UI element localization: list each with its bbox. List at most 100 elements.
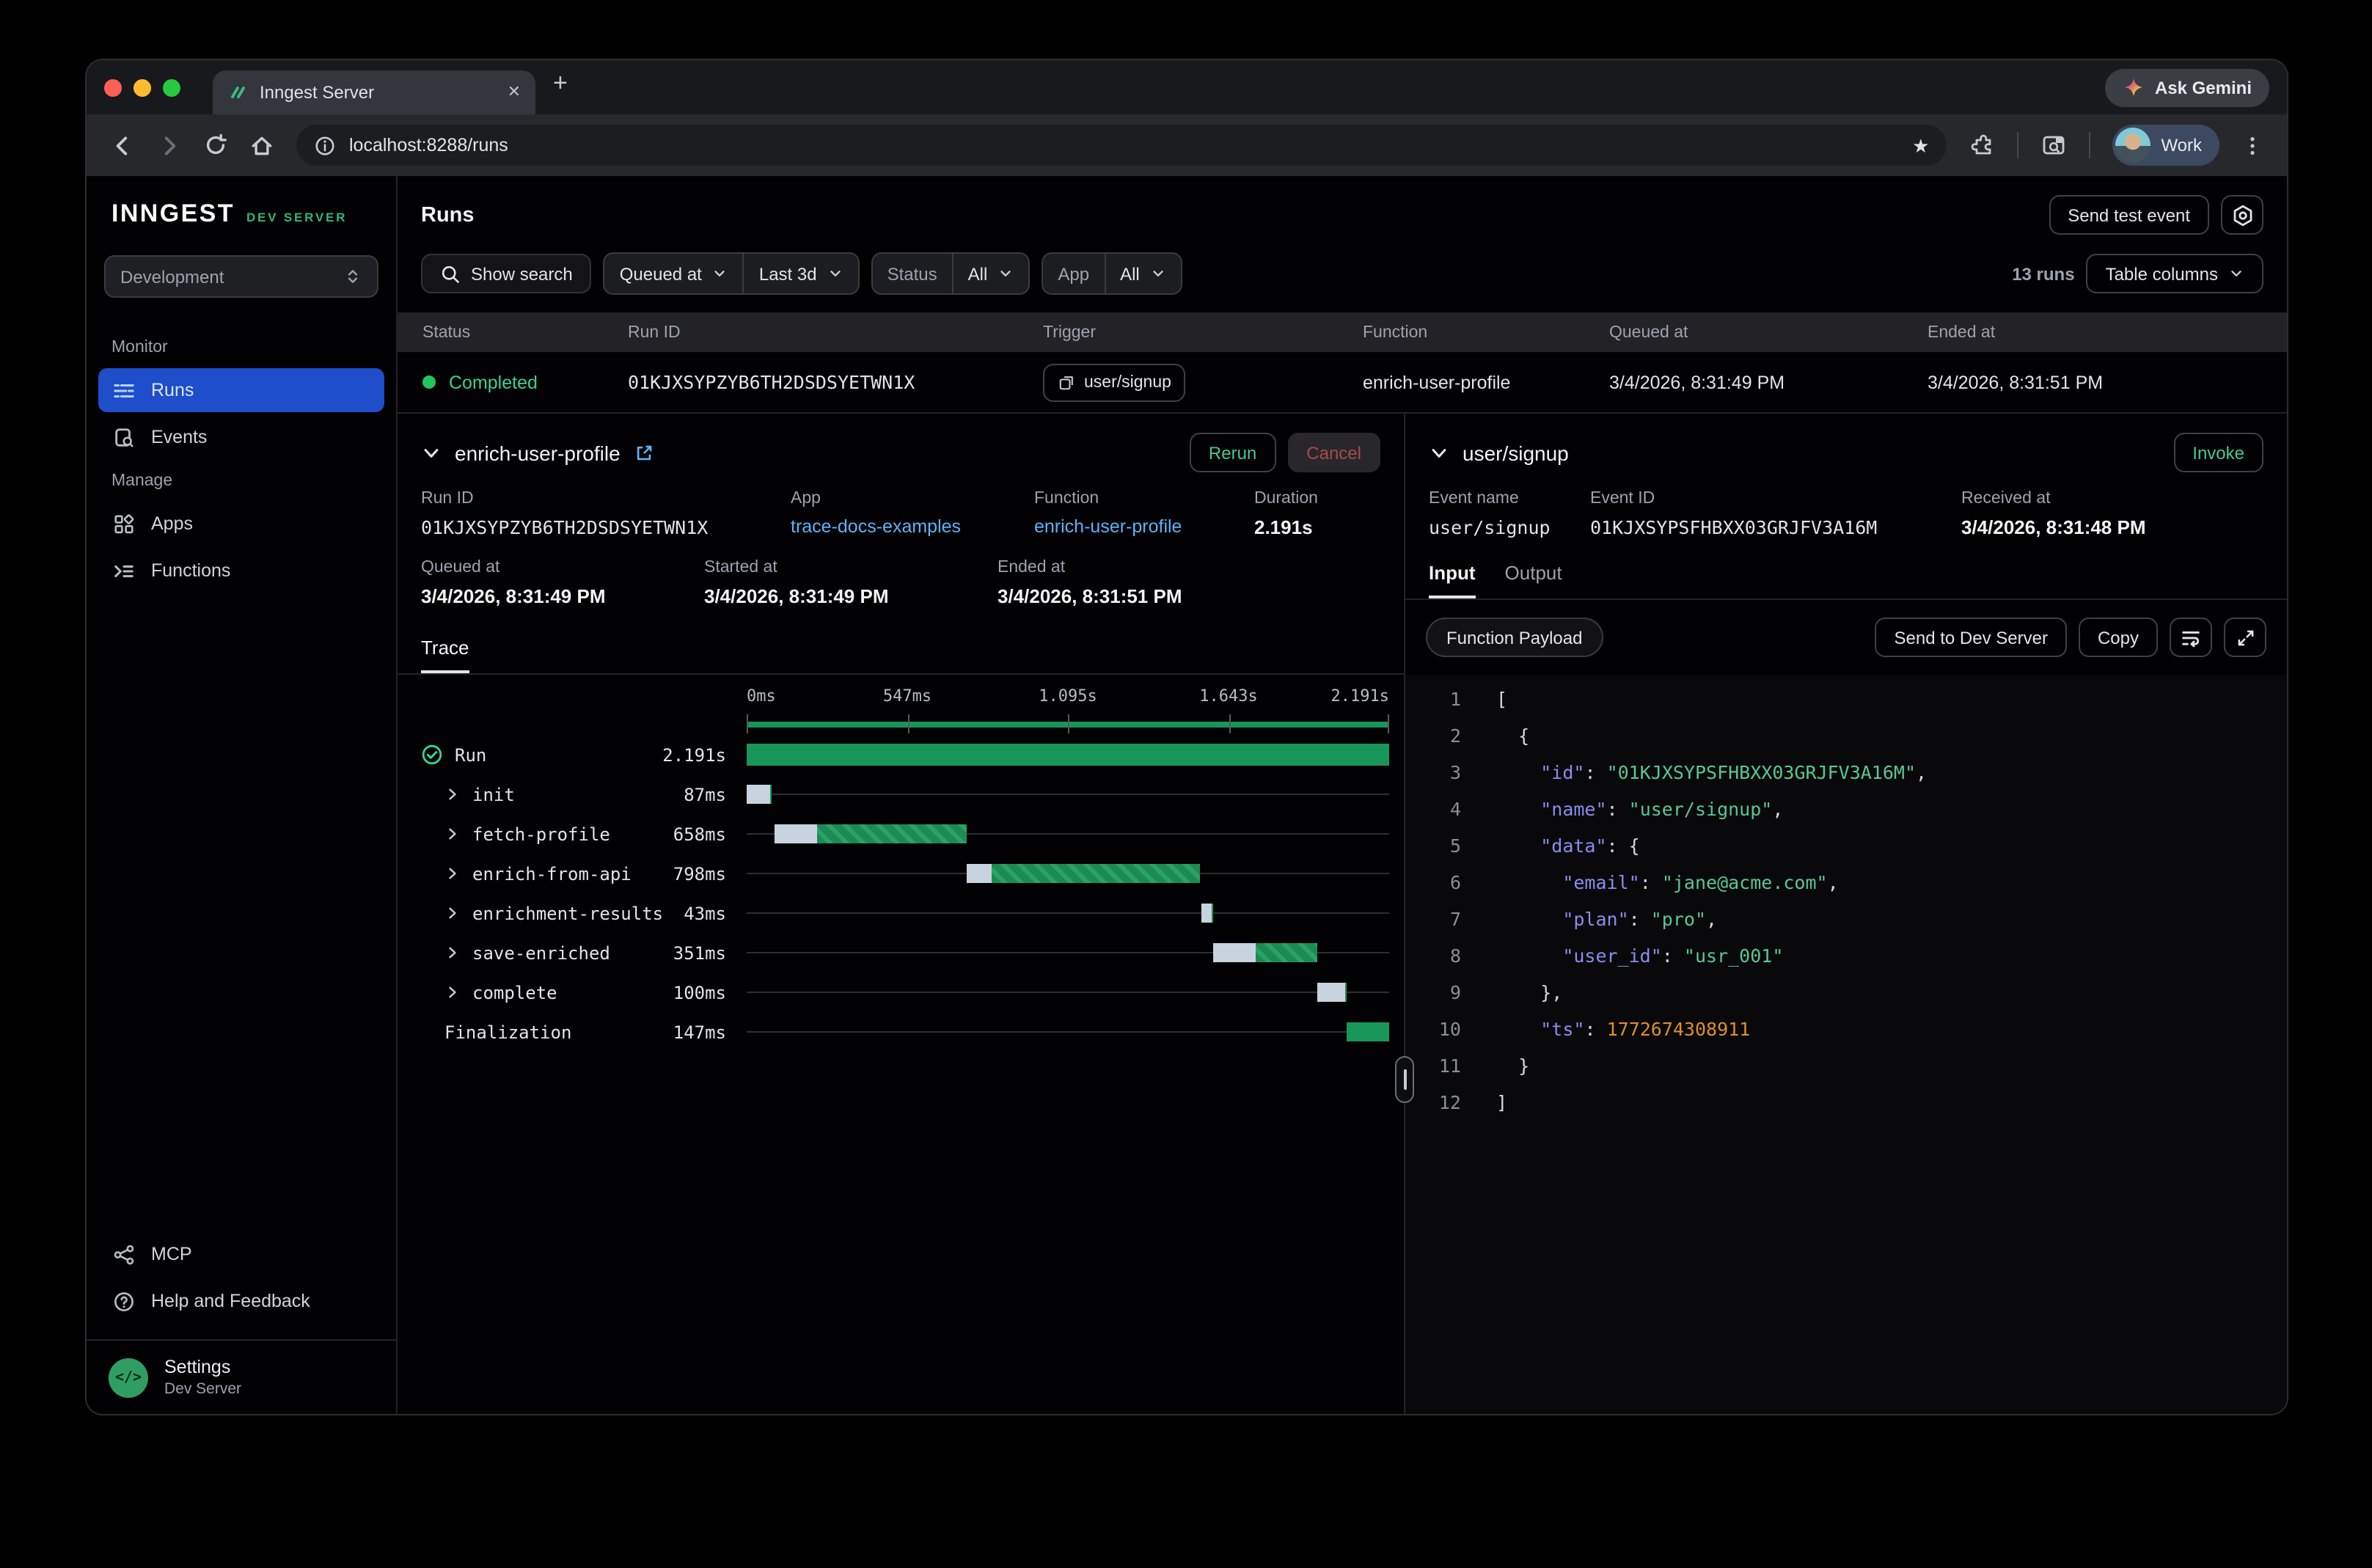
code-line: 6 "email": "jane@acme.com", [1426, 864, 2287, 901]
runs-count: 13 runs [2012, 263, 2074, 284]
main-content: Runs Send test event Show search Queued … [398, 176, 2287, 1414]
sidebar-item-events[interactable]: Events [98, 415, 384, 459]
trace-span-bar[interactable] [817, 824, 967, 843]
trace-span-bar[interactable] [747, 744, 1389, 766]
gear-icon [2230, 203, 2254, 227]
home-icon[interactable] [249, 133, 274, 158]
sidebar-item-runs[interactable]: Runs [98, 368, 384, 412]
trace-span-bar[interactable] [1317, 983, 1345, 1002]
tab-trace[interactable]: Trace [421, 637, 469, 673]
tab-input[interactable]: Input [1429, 562, 1476, 598]
step-expand-chevron-icon[interactable] [444, 826, 461, 842]
send-test-event-button[interactable]: Send test event [2049, 195, 2209, 235]
event-detail-pane: user/signup Invoke Event nameuser/signup… [1405, 414, 2287, 1414]
trace-row[interactable]: enrich-from-api798ms [421, 854, 1389, 893]
browser-menu-icon[interactable] [2241, 134, 2263, 156]
payload-code-editor[interactable]: 1[2 {3 "id": "01KJXSYPSFHBXX03GRJFV3A16M… [1405, 675, 2287, 1414]
app-filter-dropdown[interactable]: All [1105, 254, 1181, 293]
site-info-icon[interactable] [314, 134, 336, 156]
code-line: 7 "plan": "pro", [1426, 901, 2287, 937]
trace-span-bar[interactable] [1214, 943, 1256, 962]
step-expand-chevron-icon[interactable] [444, 865, 461, 882]
tab-close-icon[interactable]: ✕ [508, 84, 521, 100]
ask-gemini-button[interactable]: Ask Gemini [2105, 68, 2269, 106]
environment-select[interactable]: Development [104, 255, 378, 298]
function-payload-button[interactable]: Function Payload [1426, 618, 1603, 657]
forward-icon[interactable] [157, 133, 182, 158]
trace-row[interactable]: enrichment-results43ms [421, 893, 1389, 933]
sidebar-item-help[interactable]: Help and Feedback [98, 1279, 384, 1323]
trace-row[interactable]: Finalization147ms [421, 1012, 1389, 1052]
url-bar[interactable]: localhost:8288/runs ★ [296, 125, 1947, 166]
trace-span-bar[interactable] [1201, 904, 1211, 923]
trace-span-bar[interactable] [992, 864, 1200, 883]
time-range-dropdown[interactable]: Last 3d [744, 254, 858, 293]
line-number: 6 [1426, 864, 1461, 901]
step-expand-chevron-icon[interactable] [444, 786, 461, 802]
close-window-button[interactable] [104, 78, 122, 96]
side-panel-search-icon[interactable] [2040, 132, 2067, 158]
trace-waterfall: 0ms547ms1.095s1.643s2.191s Run2.191sinit… [398, 675, 1404, 1052]
code-token: } [1496, 1055, 1529, 1077]
trace-span-bar[interactable] [770, 785, 772, 804]
step-expand-chevron-icon[interactable] [444, 905, 461, 921]
code-token [1496, 945, 1562, 967]
show-search-button[interactable]: Show search [421, 254, 592, 293]
send-to-dev-server-button[interactable]: Send to Dev Server [1875, 618, 2067, 657]
time-field-dropdown[interactable]: Queued at [605, 254, 743, 293]
trace-span-bar[interactable] [1345, 983, 1347, 1002]
collapse-chevron-icon[interactable] [421, 442, 442, 463]
maximize-window-button[interactable] [163, 78, 180, 96]
sidebar-item-apps[interactable]: Apps [98, 502, 384, 546]
reload-icon[interactable] [204, 133, 227, 157]
collapse-chevron-icon[interactable] [1429, 442, 1449, 463]
settings-item[interactable]: </> Settings Dev Server [87, 1339, 396, 1414]
profile-chip[interactable]: Work [2112, 125, 2219, 166]
trace-span-bar[interactable] [775, 824, 817, 843]
trace-row[interactable]: save-enriched351ms [421, 933, 1389, 972]
line-number: 3 [1426, 754, 1461, 791]
step-expand-chevron-icon[interactable] [444, 984, 461, 1000]
external-link-icon[interactable] [634, 442, 654, 463]
sidebar-spacer [87, 594, 396, 1231]
trace-span-bar[interactable] [1212, 904, 1214, 923]
back-icon[interactable] [110, 133, 135, 158]
extensions-icon[interactable] [1969, 132, 1995, 158]
word-wrap-button[interactable] [2170, 618, 2212, 657]
new-tab-button[interactable]: + [553, 69, 568, 98]
code-line: 12] [1426, 1084, 2287, 1121]
code-token: "id" [1540, 761, 1584, 783]
trace-row-label: fetch-profile [472, 824, 610, 844]
cancel-button[interactable]: Cancel [1287, 433, 1380, 472]
function-link[interactable]: enrich-user-profile [1034, 516, 1254, 537]
trace-span-bar[interactable] [1256, 943, 1317, 962]
sidebar-item-functions[interactable]: Functions [98, 549, 384, 593]
status-filter-dropdown[interactable]: All [953, 254, 1029, 293]
invoke-button[interactable]: Invoke [2173, 433, 2263, 472]
feed-settings-button[interactable] [2221, 195, 2263, 235]
code-token [1496, 871, 1562, 893]
trace-row-duration: 100ms [673, 982, 747, 1003]
trace-span-bar[interactable] [966, 864, 992, 883]
app-link[interactable]: trace-docs-examples [791, 516, 1034, 537]
trace-row[interactable]: Run2.191s [421, 735, 1389, 774]
bookmark-star-icon[interactable]: ★ [1912, 136, 1929, 155]
copy-button[interactable]: Copy [2079, 618, 2158, 657]
trace-span-bar[interactable] [1346, 1022, 1389, 1041]
functions-icon [113, 560, 135, 582]
sidebar-item-mcp[interactable]: MCP [98, 1232, 384, 1276]
panel-resize-handle[interactable] [1395, 1056, 1414, 1103]
tab-output[interactable]: Output [1505, 562, 1562, 598]
table-columns-button[interactable]: Table columns [2087, 254, 2263, 293]
trigger-pill[interactable]: user/signup [1043, 363, 1186, 401]
expand-button[interactable] [2224, 618, 2266, 657]
trace-row[interactable]: fetch-profile658ms [421, 814, 1389, 854]
trace-row[interactable]: complete100ms [421, 972, 1389, 1012]
rerun-button[interactable]: Rerun [1190, 433, 1275, 472]
run-table-row[interactable]: Completed 01KJXSYPZYB6TH2DSDSYETWN1X use… [398, 352, 2287, 412]
trace-row[interactable]: init87ms [421, 774, 1389, 814]
trace-span-bar[interactable] [747, 785, 770, 804]
step-expand-chevron-icon[interactable] [444, 945, 461, 961]
minimize-window-button[interactable] [133, 78, 151, 96]
browser-tab[interactable]: Inngest Server ✕ [213, 70, 535, 114]
